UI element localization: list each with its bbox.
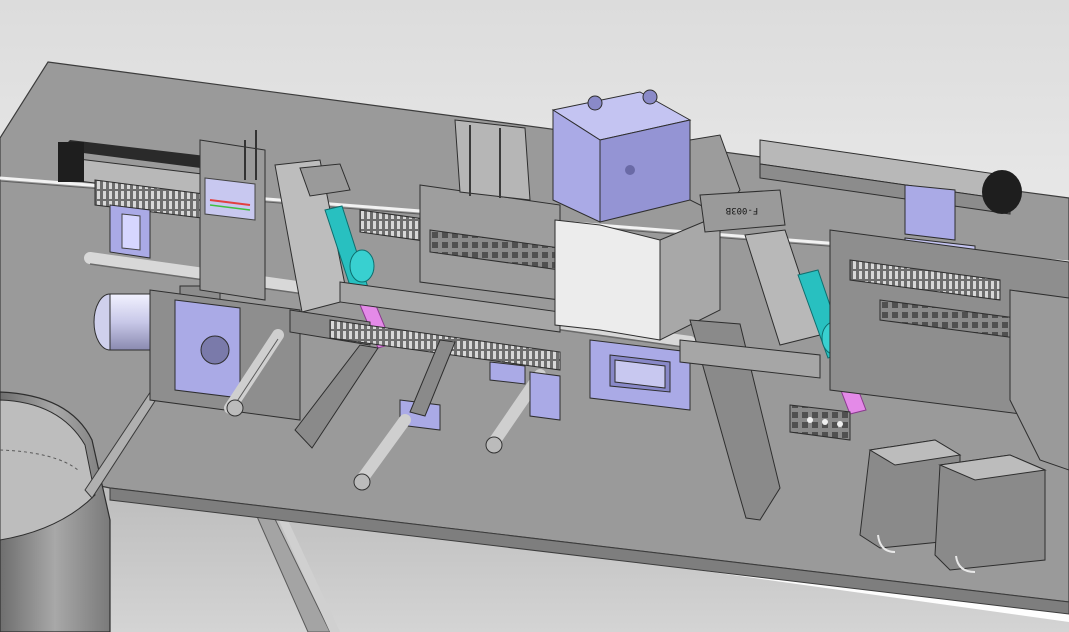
assembly-render: F-003B xyxy=(0,0,1069,632)
center-base-plate xyxy=(589,339,691,411)
part-label: F-003B xyxy=(726,205,759,215)
label-block: F-003B xyxy=(699,189,786,233)
cad-viewport[interactable]: F-003B xyxy=(0,0,1069,632)
